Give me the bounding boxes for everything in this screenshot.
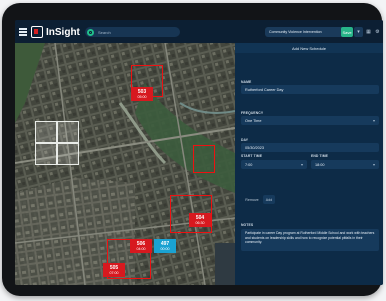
panel-title: Add New Schedule <box>235 43 383 53</box>
marker-time: 00:00 <box>160 247 170 251</box>
app-screen: InSight Search Community Violence Interv… <box>15 20 383 285</box>
map-marker-506[interactable]: 506 04:00 <box>130 239 152 253</box>
chevron-down-icon: ▾ <box>372 162 375 167</box>
chevron-down-icon: ▾ <box>372 118 375 123</box>
marker-time: 04:00 <box>136 247 146 251</box>
map-marker-503[interactable]: 503 05:00 <box>131 87 153 101</box>
marker-time: 07:00 <box>109 271 119 275</box>
map-grid-tile[interactable] <box>57 143 79 165</box>
day-label: DAY <box>241 138 249 142</box>
settings-gear-icon[interactable]: ⚙ <box>373 27 382 37</box>
zone-outline[interactable] <box>193 145 215 173</box>
frequency-label: FREQUENCY <box>241 111 264 115</box>
hamburger-menu-icon[interactable] <box>19 28 27 36</box>
map-marker-504[interactable]: 504 06:30 <box>189 213 211 227</box>
chevron-down-icon: ▾ <box>300 162 303 167</box>
frequency-select[interactable]: One Time ▾ <box>241 116 379 125</box>
end-time-select[interactable]: 18:00 ▾ <box>311 160 379 169</box>
app-name: InSight <box>46 26 80 38</box>
schedule-panel: Add New Schedule NAME Rutherford Career … <box>235 43 383 285</box>
name-input[interactable]: Rutherford Career Day <box>241 85 379 94</box>
search-input[interactable]: Search <box>85 27 180 37</box>
start-time-label: START TIME <box>241 154 263 158</box>
calendar-icon[interactable]: ▦ <box>364 27 373 37</box>
save-button[interactable]: Save <box>341 27 353 37</box>
frequency-value: One Time <box>245 118 262 123</box>
dropdown-chevron-icon[interactable]: ▾ <box>354 27 363 37</box>
remove-button[interactable]: Remove <box>243 195 261 204</box>
add-button[interactable]: Add <box>263 195 275 204</box>
day-input[interactable]: 05/30/2023 <box>241 143 379 152</box>
map-grid-tile[interactable] <box>35 143 57 165</box>
name-label: NAME <box>241 80 252 84</box>
end-time-label: END TIME <box>311 154 328 158</box>
notes-textarea[interactable]: Participate in career Day program at Rut… <box>241 229 379 251</box>
end-time-value: 18:00 <box>315 162 325 167</box>
notes-label: NOTES <box>241 223 254 227</box>
start-time-value: 7:00 <box>245 162 253 167</box>
insight-logo-icon <box>31 26 43 38</box>
top-bar: InSight Search Community Violence Interv… <box>15 20 383 43</box>
project-selector[interactable]: Community Violence Intervention <box>265 27 351 37</box>
marker-time: 05:00 <box>137 95 147 99</box>
map-grid-tile[interactable] <box>57 121 79 143</box>
satellite-map[interactable]: 503 05:00 504 06:30 506 04:00 497 00:00 … <box>15 43 235 285</box>
search-placeholder: Search <box>98 29 111 35</box>
map-marker-497[interactable]: 497 00:00 <box>154 239 176 253</box>
tablet-frame: InSight Search Community Violence Interv… <box>2 3 383 296</box>
search-icon <box>87 28 94 36</box>
map-marker-505[interactable]: 505 07:00 <box>103 263 125 277</box>
marker-time: 06:30 <box>195 221 205 225</box>
app-logo: InSight <box>31 25 80 39</box>
start-time-select[interactable]: 7:00 ▾ <box>241 160 307 169</box>
map-grid-tile[interactable] <box>35 121 57 143</box>
